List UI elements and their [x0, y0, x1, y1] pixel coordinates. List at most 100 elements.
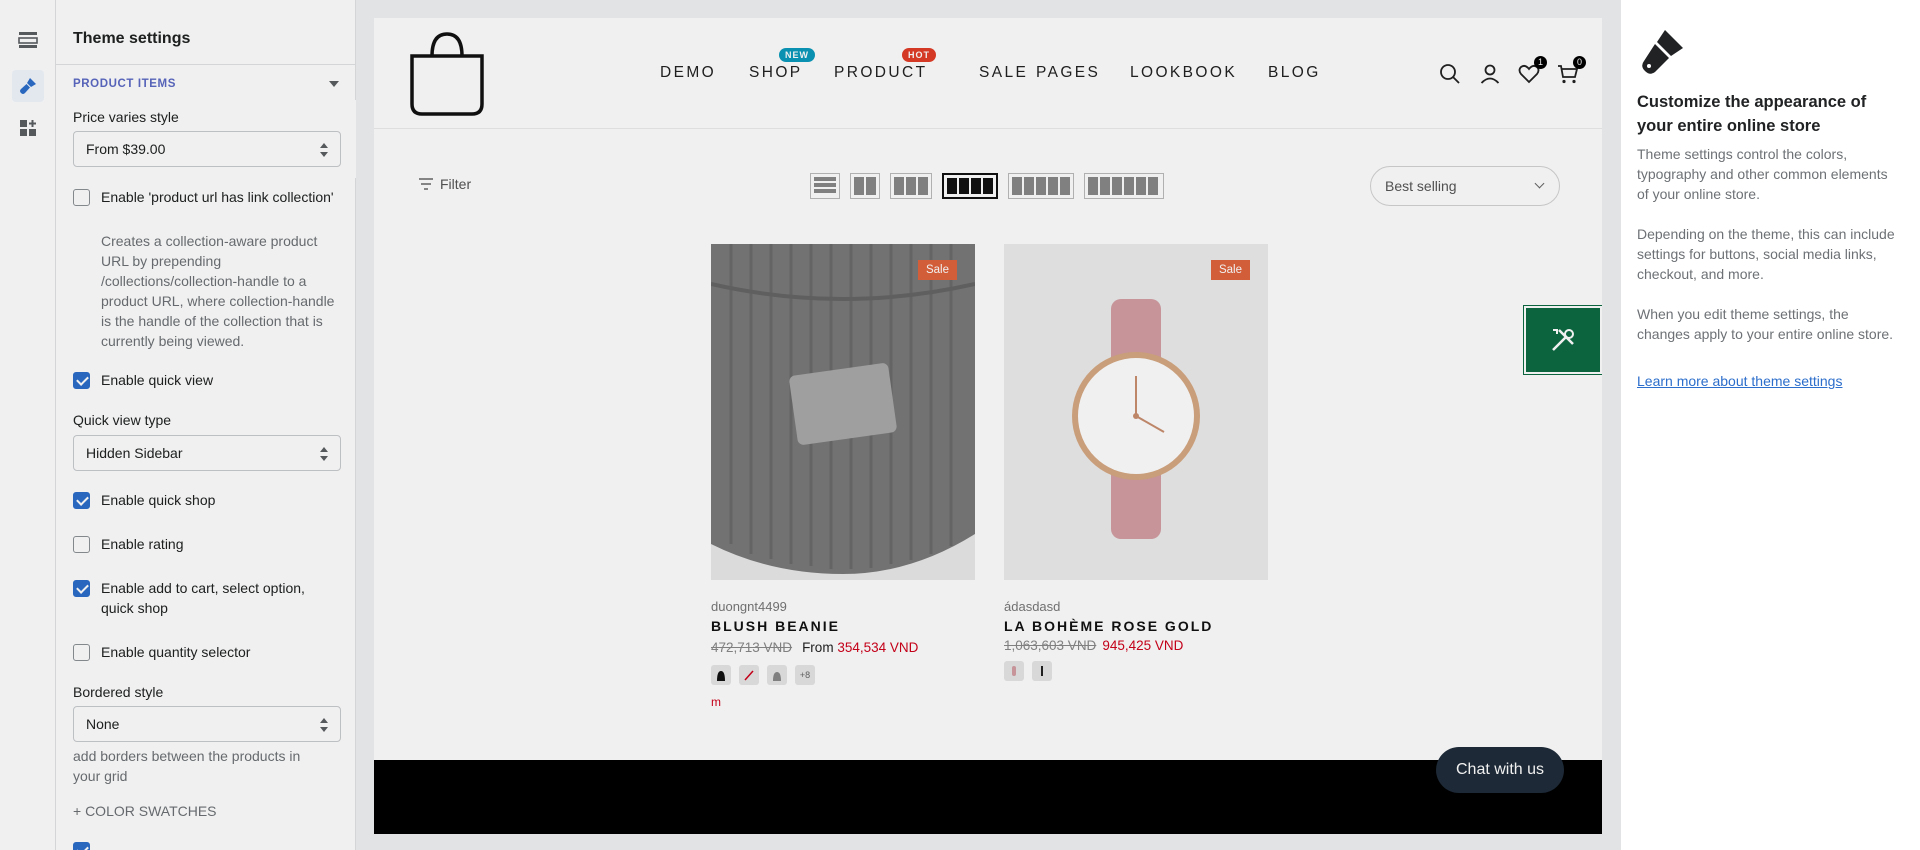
product-vendor[interactable]: duongnt4499 [711, 599, 975, 614]
nav-shop-label: SHOP [749, 64, 803, 81]
more-swatches[interactable]: +8 [795, 665, 815, 685]
cart-icon[interactable]: 0 [1556, 56, 1586, 86]
product-name[interactable]: BLUSH BEANIE [711, 618, 975, 634]
color-swatches-checkbox[interactable] [73, 842, 90, 850]
tools-fab[interactable] [1524, 306, 1602, 374]
wishlist-count: 1 [1534, 56, 1547, 69]
price-varies-label: Price varies style [73, 109, 179, 125]
add-to-cart-checkbox[interactable] [73, 580, 90, 597]
product-card[interactable]: Sale duongnt4499 BLUSH BEANIE 472,713 VN… [711, 244, 975, 709]
bordered-style-value: None [86, 716, 120, 732]
info-paragraph-1: Theme settings control the colors, typog… [1637, 146, 1888, 202]
nav-pages[interactable]: PAGES [1036, 64, 1100, 82]
compare-price: 472,713 VND [711, 640, 793, 655]
product-name[interactable]: LA BOHÈME ROSE GOLD [1004, 618, 1268, 634]
filter-icon [419, 178, 433, 190]
cart-count: 0 [1573, 56, 1586, 69]
layout-list-icon[interactable] [810, 173, 840, 199]
qty-selector-checkbox-row[interactable]: Enable quantity selector [73, 642, 343, 662]
product-vendor[interactable]: ádasdasd [1004, 599, 1268, 614]
layout-4-col-icon[interactable] [942, 173, 998, 199]
product-prices: 472,713 VND From 354,534 VND [711, 638, 975, 657]
price-from-box: From 354,534 VND [798, 638, 923, 657]
caret-down-icon [329, 81, 339, 87]
quick-shop-checkbox-row[interactable]: Enable quick shop [73, 490, 343, 510]
sort-value: Best selling [1385, 178, 1457, 194]
paintbrush-icon [1637, 26, 1687, 81]
panel-title: Theme settings [73, 30, 191, 47]
section-product-items[interactable]: PRODUCT ITEMS [73, 78, 341, 90]
filter-button[interactable]: Filter [418, 176, 471, 192]
bordered-style-label: Bordered style [73, 684, 164, 700]
select-arrows-icon [320, 143, 328, 157]
swatch-grey[interactable] [767, 665, 787, 685]
bordered-style-select[interactable]: None [73, 706, 341, 742]
wishlist-icon[interactable]: 1 [1517, 56, 1547, 86]
product-prices: 1,063,603 VND 945,425 VND [1004, 638, 1268, 653]
product-swatches [1004, 661, 1268, 681]
sort-select[interactable]: Best selling [1370, 166, 1560, 206]
editor-rail [0, 0, 56, 850]
quick-view-checkbox-row[interactable]: Enable quick view [73, 370, 343, 390]
product-swatches: +8 [711, 665, 975, 685]
qty-selector-label: Enable quantity selector [101, 644, 251, 660]
hot-badge: HOT [902, 48, 936, 62]
sections-icon[interactable] [12, 24, 44, 56]
rating-label: Enable rating [101, 536, 184, 552]
quick-shop-checkbox[interactable] [73, 492, 90, 509]
layout-5-col-icon[interactable] [1008, 173, 1074, 199]
url-collection-label: Enable 'product url has link collection' [101, 189, 334, 205]
layout-2-col-icon[interactable] [850, 173, 880, 199]
price-from-label: From [802, 640, 834, 655]
product-card[interactable]: Sale ádasdasd LA BOHÈME ROSE GOLD 1,063,… [1004, 244, 1268, 681]
new-badge: NEW [779, 48, 815, 62]
quick-view-type-select[interactable]: Hidden Sidebar [73, 435, 341, 471]
rating-checkbox[interactable] [73, 536, 90, 553]
learn-more-link[interactable]: Learn more about theme settings [1637, 373, 1842, 389]
quick-view-label: Enable quick view [101, 372, 214, 388]
url-collection-checkbox[interactable] [73, 189, 90, 206]
layout-6-col-icon[interactable] [1084, 173, 1164, 199]
search-icon[interactable] [1438, 62, 1462, 86]
nav-shop[interactable]: SHOP NEW [749, 48, 815, 82]
tools-icon [1552, 329, 1574, 351]
url-collection-help: Creates a collection-aware product URL b… [101, 233, 335, 349]
chat-button[interactable]: Chat with us [1436, 747, 1565, 793]
layout-3-col-icon[interactable] [890, 173, 932, 199]
nav-product[interactable]: PRODUCT HOT [834, 48, 936, 82]
store-footer [374, 760, 1602, 834]
filter-label: Filter [440, 176, 472, 192]
info-panel: Customize the appearance of your entire … [1620, 0, 1920, 850]
color-swatches-toggle[interactable]: + COLOR SWATCHES [73, 803, 217, 819]
theme-settings-icon[interactable] [12, 70, 44, 102]
info-title: Customize the appearance of your entire … [1637, 93, 1867, 135]
add-to-cart-checkbox-row[interactable]: Enable add to cart, select option, quick… [73, 578, 333, 618]
nav-lookbook[interactable]: LOOKBOOK [1130, 64, 1237, 82]
product-extra-mark: m [711, 695, 721, 709]
account-icon[interactable] [1478, 62, 1502, 86]
swatch-black[interactable] [711, 665, 731, 685]
store-preview: DEMO SHOP NEW PRODUCT HOT SALE PAGES LOO… [374, 18, 1602, 834]
product-image-watch[interactable]: Sale [1004, 244, 1268, 580]
sale-badge: Sale [1210, 260, 1250, 280]
swatch-rose[interactable] [1004, 661, 1024, 681]
swatch-pink[interactable] [739, 665, 759, 685]
bordered-style-help: add borders between the products in your… [73, 748, 301, 784]
quick-view-type-label: Quick view type [73, 412, 172, 428]
rating-checkbox-row[interactable]: Enable rating [73, 534, 343, 554]
quick-view-checkbox[interactable] [73, 372, 90, 389]
apps-icon[interactable] [12, 112, 44, 144]
nav-blog[interactable]: BLOG [1268, 64, 1321, 82]
store-logo[interactable] [402, 26, 492, 123]
price-varies-select[interactable]: From $39.00 [73, 131, 341, 167]
url-collection-checkbox-row[interactable]: Enable 'product url has link collection' [73, 187, 343, 207]
product-image-beanie[interactable]: Sale [711, 244, 975, 580]
info-paragraph-3: When you edit theme settings, the change… [1637, 306, 1894, 342]
swatch-black[interactable] [1032, 661, 1052, 681]
nav-product-label: PRODUCT [834, 64, 928, 81]
select-arrows-icon [320, 718, 328, 732]
chevron-down-icon [1534, 178, 1545, 189]
nav-demo[interactable]: DEMO [660, 64, 716, 82]
qty-selector-checkbox[interactable] [73, 644, 90, 661]
nav-sale[interactable]: SALE [979, 64, 1028, 82]
